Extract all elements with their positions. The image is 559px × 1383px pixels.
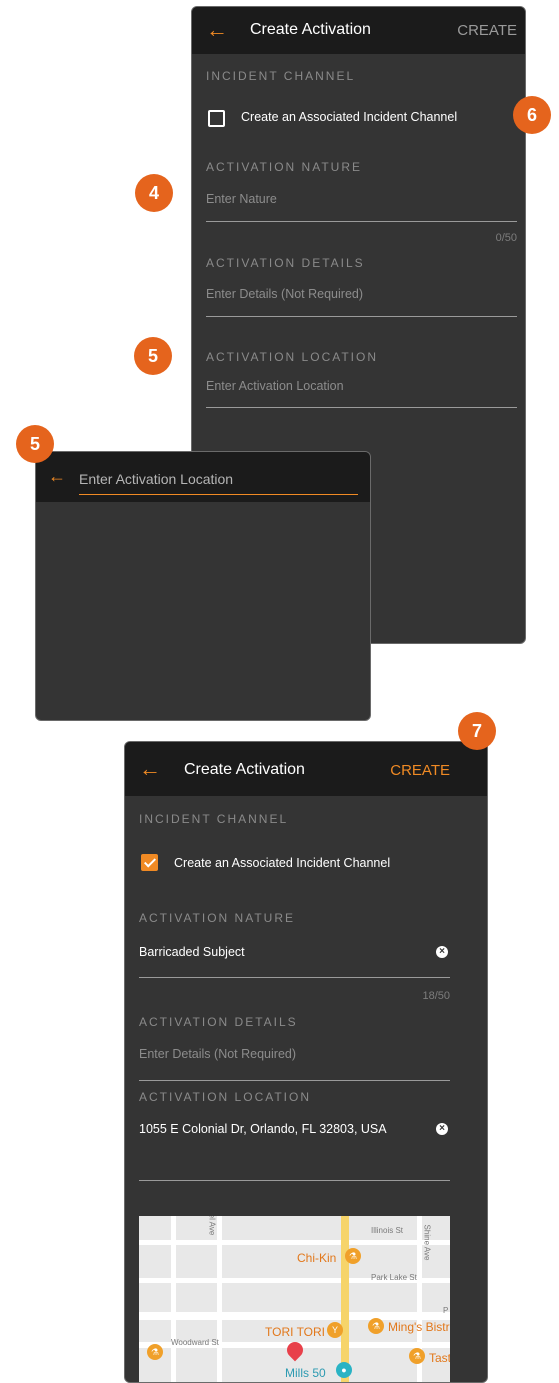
step-badge-5: 5 (16, 425, 54, 463)
create-button[interactable]: CREATE (390, 762, 450, 779)
street-label: Illinois St (371, 1226, 404, 1235)
map-road (171, 1216, 176, 1382)
fork-knife-icon: ⚗ (409, 1348, 425, 1364)
fork-knife-icon: ⚗ (368, 1318, 384, 1334)
step-badge-6: 6 (513, 96, 551, 134)
location-input[interactable]: 1055 E Colonial Dr, Orlando, FL 32803, U… (139, 1122, 387, 1136)
app-bar: ← Create Activation CREATE (125, 742, 487, 796)
location-underline (206, 407, 517, 408)
street-label: el Ave (207, 1216, 217, 1236)
incident-channel-label: Create an Associated Incident Channel (174, 856, 391, 870)
step-badge-5: 5 (134, 337, 172, 375)
nature-counter: 0/50 (495, 232, 517, 244)
map-road (139, 1240, 450, 1245)
bar-icon: Y (327, 1322, 343, 1338)
incident-channel-label: Create an Associated Incident Channel (241, 110, 458, 124)
nature-underline (206, 221, 517, 222)
activation-details-heading: ACTIVATION DETAILS (206, 256, 365, 270)
location-search-input[interactable]: Enter Activation Location (79, 471, 233, 487)
street-label: Park Lake St (371, 1273, 417, 1282)
activation-nature-heading: ACTIVATION NATURE (206, 160, 363, 174)
step-badge-4: 4 (135, 174, 173, 212)
details-input[interactable]: Enter Details (Not Required) (139, 1047, 296, 1061)
poi-label[interactable]: Ming's Bistr (388, 1320, 450, 1334)
app-bar: ← Create Activation CREATE (192, 7, 525, 54)
clear-x-icon[interactable]: × (436, 1123, 448, 1135)
nature-underline (139, 977, 450, 978)
main-road (341, 1216, 349, 1382)
back-arrow-icon[interactable]: ← (206, 19, 228, 41)
create-activation-screen-filled: ← Create Activation CREATE INCIDENT CHAN… (124, 741, 488, 1383)
poi-label[interactable]: Tast (429, 1351, 450, 1365)
details-input[interactable]: Enter Details (Not Required) (206, 287, 363, 301)
back-arrow-icon[interactable]: ← (139, 758, 161, 780)
location-input[interactable]: Enter Activation Location (206, 379, 344, 393)
details-underline (206, 316, 517, 317)
location-search-screen: ← Enter Activation Location (35, 451, 371, 721)
poi-label[interactable]: Mills 50 (285, 1366, 326, 1380)
map-road (217, 1216, 222, 1382)
incident-channel-checkbox[interactable] (141, 854, 158, 871)
activation-location-heading: ACTIVATION LOCATION (139, 1090, 312, 1104)
incident-channel-heading: INCIDENT CHANNEL (139, 812, 289, 826)
activation-location-heading: ACTIVATION LOCATION (206, 350, 379, 364)
incident-channel-heading: INCIDENT CHANNEL (206, 69, 356, 83)
incident-channel-checkbox[interactable] (208, 110, 225, 127)
nature-input[interactable]: Enter Nature (206, 192, 277, 206)
fork-knife-icon: ⚗ (147, 1344, 163, 1360)
nature-counter: 18/50 (422, 990, 450, 1002)
activation-nature-heading: ACTIVATION NATURE (139, 911, 296, 925)
poi-label[interactable]: TORI TORI (265, 1325, 325, 1339)
street-label: Woodward St (171, 1338, 219, 1347)
back-arrow-icon[interactable]: ← (48, 467, 66, 485)
details-underline (139, 1080, 450, 1081)
camera-icon: ● (336, 1362, 352, 1378)
street-label: Shine Ave (422, 1224, 432, 1261)
search-bar: ← Enter Activation Location (36, 452, 370, 502)
location-map[interactable]: Illinois St Park Lake St Woodward St Shi… (139, 1216, 450, 1382)
create-button[interactable]: CREATE (457, 22, 517, 39)
step-badge-7: 7 (458, 712, 496, 750)
clear-x-icon[interactable]: × (436, 946, 448, 958)
street-label: P (443, 1306, 449, 1315)
activation-details-heading: ACTIVATION DETAILS (139, 1015, 298, 1029)
poi-label[interactable]: Chi-Kin (297, 1251, 336, 1265)
fork-knife-icon: ⚗ (345, 1248, 361, 1264)
location-underline (139, 1180, 450, 1181)
search-underline (79, 494, 358, 495)
nature-input[interactable]: Barricaded Subject (139, 945, 245, 959)
map-road (139, 1312, 450, 1320)
page-title: Create Activation (250, 21, 371, 38)
page-title: Create Activation (184, 761, 305, 778)
